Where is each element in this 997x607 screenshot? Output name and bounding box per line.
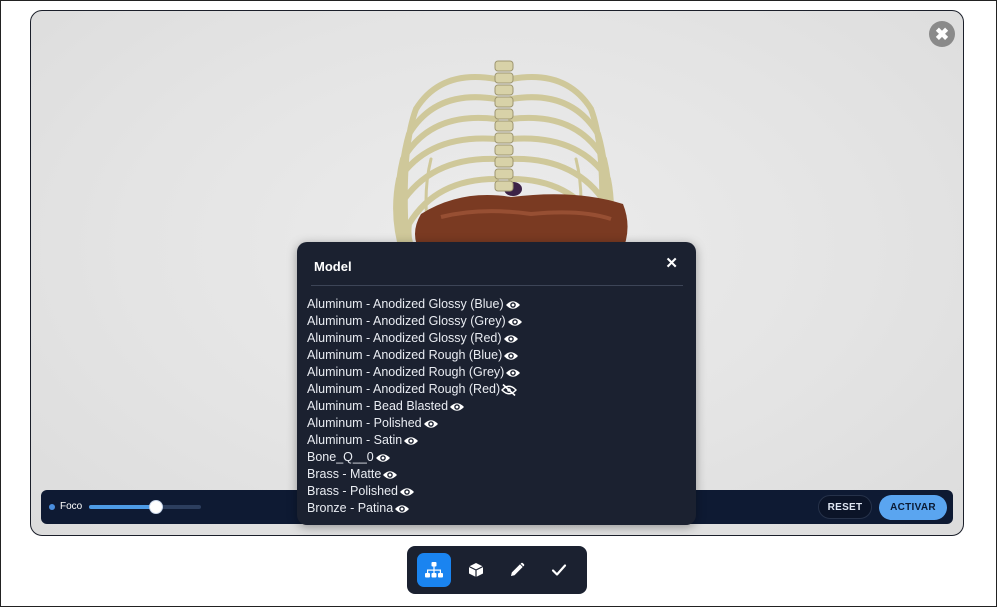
eye-icon[interactable] [381,469,398,481]
eye-icon[interactable] [502,333,519,345]
material-label: Aluminum - Anodized Rough (Blue) [307,348,503,362]
material-label: Brass - Polished [307,484,399,498]
material-item[interactable]: Aluminum - Polished [307,415,523,432]
cube-tool-button[interactable] [459,553,493,587]
pencil-tool-button[interactable] [500,553,534,587]
eye-icon[interactable] [422,418,439,430]
eye-icon[interactable] [506,316,523,328]
material-item[interactable]: Aluminum - Satin [307,432,523,449]
check-icon [551,564,567,576]
close-icon: ✖ [934,24,950,44]
check-tool-button[interactable] [542,553,576,587]
material-label: Aluminum - Anodized Rough (Grey) [307,365,505,379]
eye-icon[interactable] [504,299,521,311]
hierarchy-tool-button[interactable] [417,553,451,587]
bottom-toolbar [407,546,587,594]
material-item[interactable]: Bronze - Patina [307,500,523,517]
material-item[interactable]: Aluminum - Anodized Glossy (Red) [307,330,523,347]
focus-slider-thumb[interactable] [149,500,164,514]
eye-icon[interactable] [374,452,391,464]
material-item[interactable]: Aluminum - Bead Blasted [307,398,523,415]
material-item[interactable]: Aluminum - Anodized Rough (Blue) [307,347,523,364]
eye-icon[interactable] [393,503,410,515]
hierarchy-icon [425,562,443,578]
eye-icon[interactable] [504,367,521,379]
eye-off-icon[interactable] [500,383,518,396]
material-item[interactable]: Aluminum - Anodized Rough (Grey) [307,364,523,381]
material-label: Bone_Q__0 [307,450,374,464]
material-label: Aluminum - Polished [307,416,422,430]
material-label: Bronze - Patina [307,501,394,515]
material-item[interactable]: Aluminum - Anodized Glossy (Blue) [307,296,523,313]
panel-close-button[interactable]: ✕ [665,256,678,271]
viewer-close-button[interactable]: ✖ [929,21,955,47]
material-item[interactable]: Brass - Polished [307,483,523,500]
material-item[interactable]: Aluminum - Anodized Rough (Red) [307,381,523,398]
material-label: Aluminum - Anodized Rough (Red) [307,382,501,396]
activate-button[interactable]: ACTIVAR [879,495,947,520]
pencil-icon [511,562,525,576]
material-label: Aluminum - Satin [307,433,403,447]
panel-divider [311,285,683,286]
material-label: Aluminum - Anodized Glossy (Red) [307,331,502,345]
panel-title: Model [314,259,352,274]
material-label: Aluminum - Bead Blasted [307,399,449,413]
focus-slider[interactable] [89,500,201,514]
material-label: Brass - Matte [307,467,382,481]
material-label: Aluminum - Anodized Glossy (Grey) [307,314,506,328]
model-panel: Model ✕ Aluminum - Anodized Glossy (Blue… [297,242,696,525]
material-item[interactable]: Aluminum - Anodized Glossy (Grey) [307,313,523,330]
material-item[interactable]: Bone_Q__0 [307,449,523,466]
eye-icon[interactable] [502,350,519,362]
cube-icon [468,563,484,577]
reset-button[interactable]: RESET [818,495,872,519]
eye-icon[interactable] [398,486,415,498]
focus-indicator-dot [49,504,55,510]
focus-label: Foco [60,501,83,512]
eye-icon[interactable] [448,401,465,413]
material-list: Aluminum - Anodized Glossy (Blue) Aluminu… [307,296,523,517]
focus-slider-fill [89,505,157,509]
material-item[interactable]: Brass - Matte [307,466,523,483]
eye-icon[interactable] [402,435,419,447]
material-label: Aluminum - Anodized Glossy (Blue) [307,297,504,311]
